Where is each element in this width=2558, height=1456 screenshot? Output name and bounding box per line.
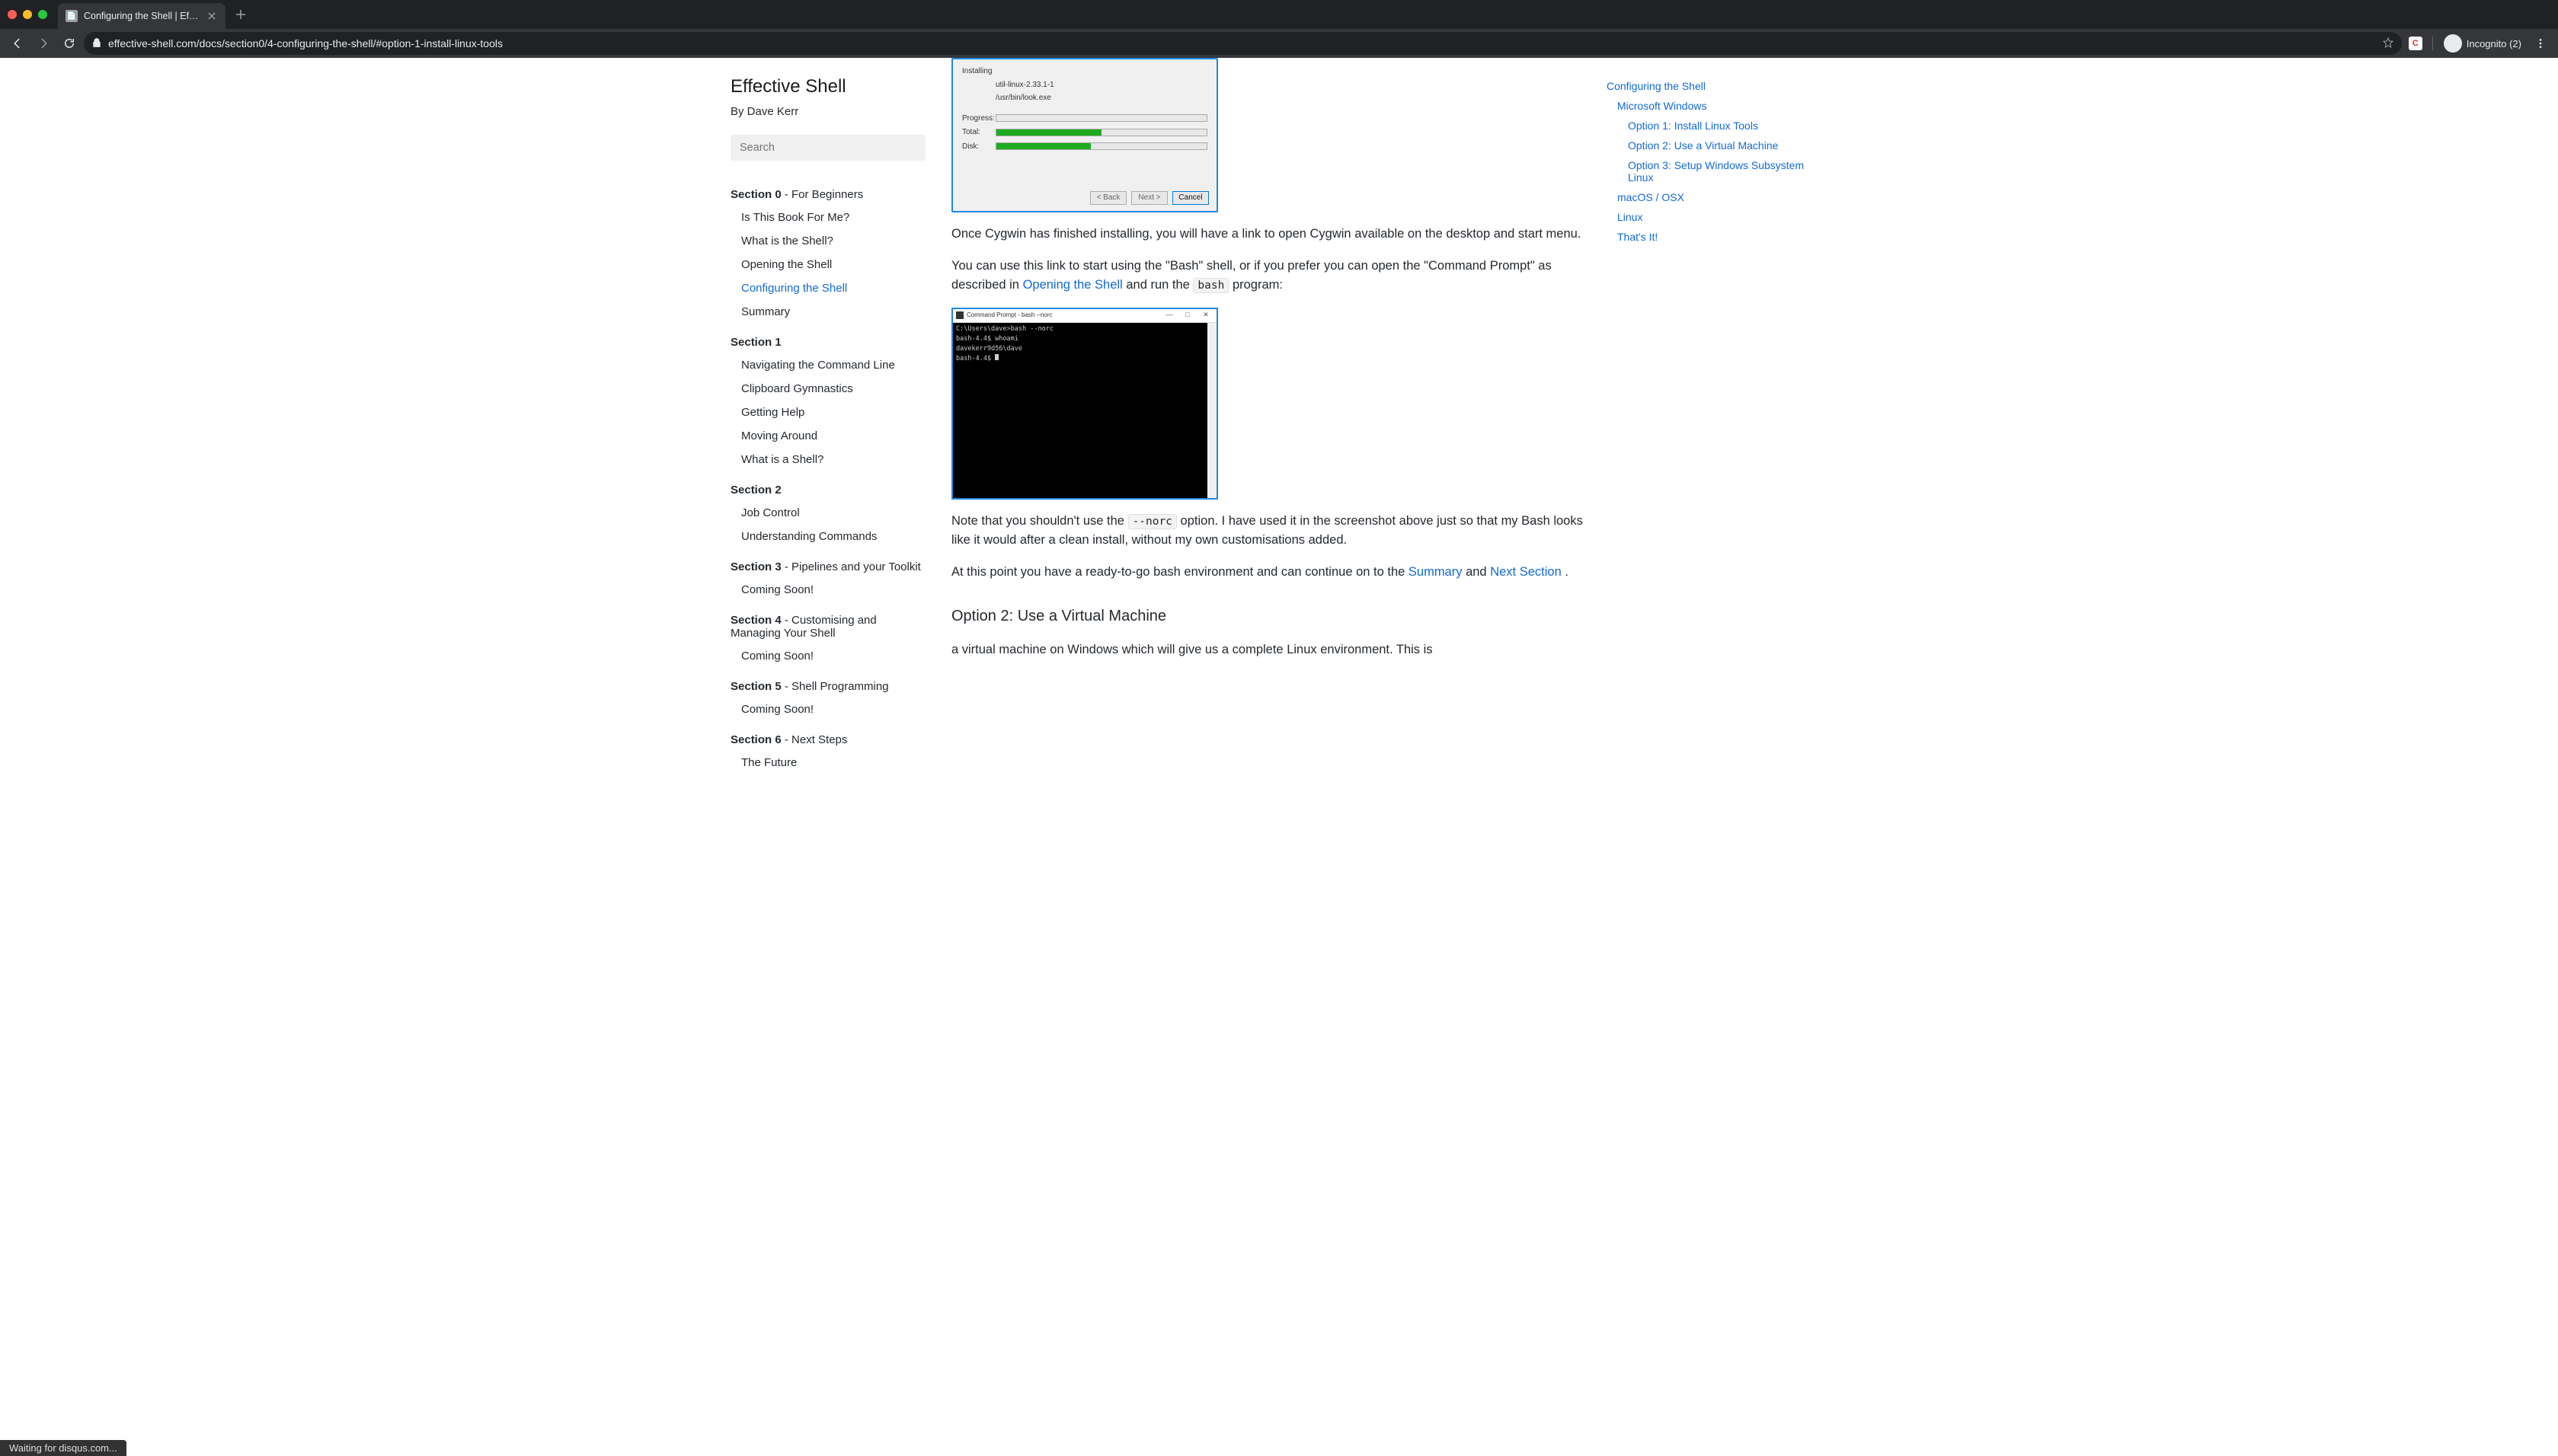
nav-item[interactable]: The Future <box>731 751 926 774</box>
toolbar-divider <box>2432 37 2433 50</box>
table-of-contents: Configuring the Shell Microsoft Windows … <box>1607 58 1835 805</box>
close-window-button[interactable] <box>8 10 17 19</box>
new-tab-button[interactable] <box>230 4 251 25</box>
nav-item[interactable]: Navigating the Command Line <box>731 353 926 377</box>
nav-item[interactable]: Coming Soon! <box>731 578 926 602</box>
minimize-window-button[interactable] <box>23 10 32 19</box>
browser-tab[interactable]: 📄 Configuring the Shell | Effectiv <box>58 3 225 29</box>
toc-link[interactable]: Option 1: Install Linux Tools <box>1628 116 1827 136</box>
incognito-label: Incognito (2) <box>2467 38 2521 49</box>
code-norc: --norc <box>1128 514 1177 529</box>
cygwin-progress-label: Progress: <box>962 113 996 125</box>
toc-link[interactable]: Configuring the Shell <box>1607 76 1827 96</box>
link-opening-the-shell[interactable]: Opening the Shell <box>1023 278 1123 292</box>
nav-item[interactable]: Clipboard Gymnastics <box>731 377 926 401</box>
terminal-screenshot-image: Command Prompt - bash --norc — □ ✕ C:\Us… <box>951 308 1218 500</box>
nav-section-6: Section 6 - Next Steps <box>731 733 926 746</box>
cmd-icon <box>956 311 964 319</box>
nav-item[interactable]: Getting Help <box>731 401 926 424</box>
back-button[interactable] <box>6 32 29 55</box>
terminal-body: C:\Users\dave>bash --norc bash-4.4$ whoa… <box>953 323 1217 498</box>
incognito-icon <box>2444 34 2462 53</box>
window-controls <box>8 10 47 19</box>
site-byline: By Dave Kerr <box>731 105 926 118</box>
url-input[interactable] <box>108 37 2376 49</box>
nav-item[interactable]: Opening the Shell <box>731 253 926 276</box>
extension-icon[interactable]: C <box>2405 33 2426 54</box>
nav-item[interactable]: What is a Shell? <box>731 448 926 471</box>
nav-section-1: Section 1 <box>731 336 926 349</box>
tab-title: Configuring the Shell | Effectiv <box>84 11 200 21</box>
window-maximize-icon: □ <box>1180 310 1195 321</box>
paragraph: At this point you have a ready-to-go bas… <box>951 563 1591 583</box>
address-bar[interactable] <box>84 32 2402 55</box>
nav-item[interactable]: Summary <box>731 300 926 324</box>
cygwin-installer-image: Installing util-linux-2.33.1-1 /usr/bin/… <box>951 58 1218 212</box>
paragraph: Note that you shouldn't use the --norc o… <box>951 512 1591 551</box>
maximize-window-button[interactable] <box>38 10 47 19</box>
toc-link[interactable]: Microsoft Windows <box>1617 96 1827 116</box>
toc-link[interactable]: Option 3: Setup Windows Subsystem Linux <box>1628 155 1827 187</box>
browser-tabbar: 📄 Configuring the Shell | Effectiv <box>0 0 2558 29</box>
main-content: Installing util-linux-2.33.1-1 /usr/bin/… <box>936 58 1607 805</box>
status-bar: Waiting for disqus.com... <box>0 1440 126 1456</box>
toc-link[interactable]: Option 2: Use a Virtual Machine <box>1628 136 1827 155</box>
link-next-section[interactable]: Next Section <box>1490 565 1562 579</box>
search-input[interactable] <box>731 135 926 161</box>
toc-link[interactable]: macOS / OSX <box>1617 187 1827 207</box>
cygwin-cancel-button: Cancel <box>1172 191 1209 205</box>
nav-section-4: Section 4 - Customising and Managing You… <box>731 614 926 640</box>
nav-item[interactable]: Coming Soon! <box>731 644 926 668</box>
browser-toolbar: C Incognito (2) <box>0 29 2558 58</box>
nav-item[interactable]: Coming Soon! <box>731 698 926 721</box>
cygwin-disk-bar <box>996 142 1207 150</box>
tab-close-button[interactable] <box>206 10 218 22</box>
nav-item[interactable]: Understanding Commands <box>731 525 926 548</box>
site-title: Effective Shell <box>731 76 926 97</box>
tab-favicon-icon: 📄 <box>66 10 78 22</box>
cygwin-total-label: Total: <box>962 126 996 139</box>
cygwin-back-button: < Back <box>1090 191 1127 205</box>
nav-item-active[interactable]: Configuring the Shell <box>731 276 926 300</box>
cygwin-total-bar <box>996 129 1207 136</box>
terminal-scrollbar <box>1207 323 1217 498</box>
paragraph-cutoff: a virtual machine on Windows which will … <box>951 640 1591 660</box>
window-close-icon: ✕ <box>1198 310 1213 321</box>
page-viewport[interactable]: Effective Shell By Dave Kerr Section 0 -… <box>0 58 2558 1456</box>
cygwin-next-button: Next > <box>1131 191 1168 205</box>
code-bash: bash <box>1193 278 1229 293</box>
cygwin-installing-label: Installing <box>962 65 1207 78</box>
cygwin-package: util-linux-2.33.1-1 <box>962 79 1207 91</box>
nav-item[interactable]: What is the Shell? <box>731 229 926 253</box>
forward-button[interactable] <box>32 32 55 55</box>
window-minimize-icon: — <box>1162 310 1177 321</box>
link-summary[interactable]: Summary <box>1408 565 1463 579</box>
cygwin-path: /usr/bin/look.exe <box>962 92 1207 104</box>
nav-item[interactable]: Is This Book For Me? <box>731 206 926 229</box>
nav-item[interactable]: Job Control <box>731 501 926 525</box>
paragraph: You can use this link to start using the… <box>951 257 1591 295</box>
reload-button[interactable] <box>58 32 81 55</box>
cygwin-progress-bar <box>996 114 1207 122</box>
toc-link[interactable]: That's It! <box>1617 227 1827 247</box>
bookmark-star-icon[interactable] <box>2382 37 2394 51</box>
lock-icon[interactable] <box>91 37 102 50</box>
terminal-title: Command Prompt - bash --norc <box>967 311 1052 320</box>
nav-section-2: Section 2 <box>731 484 926 497</box>
cygwin-disk-label: Disk: <box>962 141 996 153</box>
nav-section-3: Section 3 - Pipelines and your Toolkit <box>731 560 926 573</box>
incognito-profile-chip[interactable]: Incognito (2) <box>2439 34 2526 53</box>
browser-menu-button[interactable] <box>2529 32 2552 55</box>
toc-link[interactable]: Linux <box>1617 207 1827 227</box>
heading-option-2: Option 2: Use a Virtual Machine <box>951 605 1591 628</box>
nav-item[interactable]: Moving Around <box>731 424 926 448</box>
paragraph: Once Cygwin has finished installing, you… <box>951 225 1591 244</box>
nav-section-0: Section 0 - For Beginners <box>731 188 926 201</box>
sidebar: Effective Shell By Dave Kerr Section 0 -… <box>723 58 936 805</box>
nav-section-5: Section 5 - Shell Programming <box>731 680 926 693</box>
